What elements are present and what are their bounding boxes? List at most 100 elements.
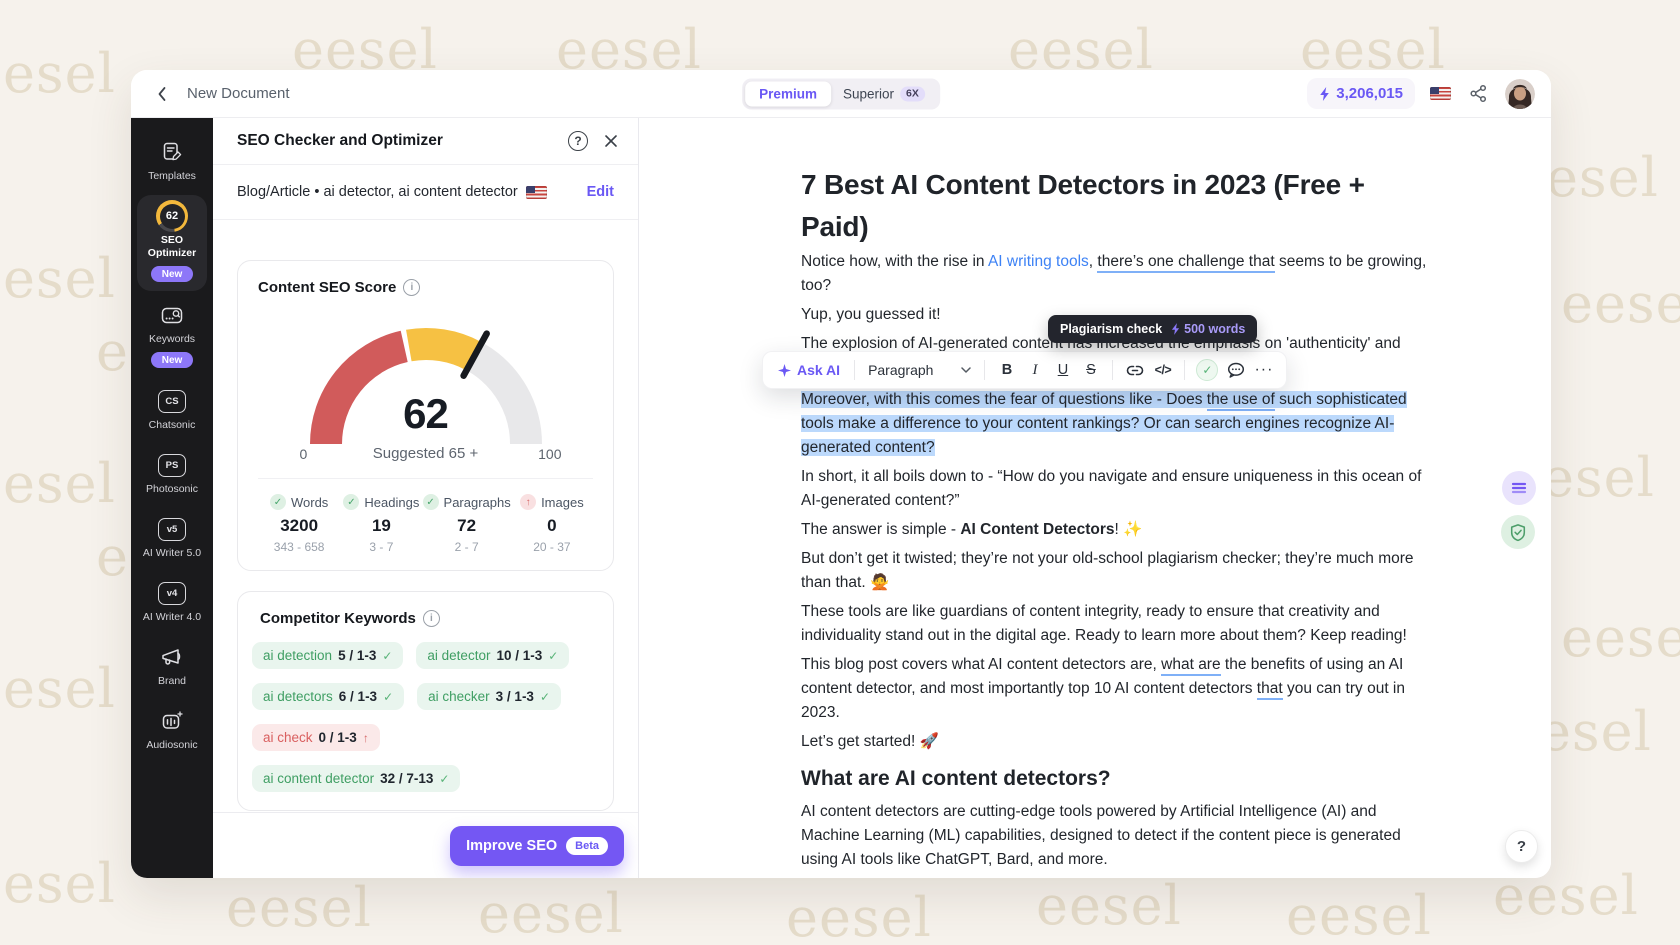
suggestion-underline[interactable]: the use of xyxy=(1207,391,1275,411)
code-button[interactable]: </> xyxy=(1150,358,1175,382)
sidebar-item-label: AI Writer 5.0 xyxy=(143,547,201,560)
plan-premium-tab[interactable]: Premium xyxy=(745,81,831,106)
keyword-chip[interactable]: ai check0 / 1-3↑ xyxy=(252,724,380,751)
chip-keyword: ai detection xyxy=(263,648,332,663)
keyword-chip[interactable]: ai detection5 / 1-3✓ xyxy=(252,642,403,669)
check-icon: ✓ xyxy=(383,690,393,704)
more-options-button[interactable]: ··· xyxy=(1251,358,1276,382)
sidebar-item-label: Audiosonic xyxy=(146,739,197,752)
sidebar-item-templates[interactable]: Templates xyxy=(137,131,207,192)
link-button[interactable] xyxy=(1122,358,1147,382)
underline-button[interactable]: U xyxy=(1050,358,1075,382)
close-panel-button[interactable] xyxy=(604,134,618,148)
main-area: Templates62SEO OptimizerNewKeywordsNewCS… xyxy=(131,118,1551,878)
model-plan-toggle: Premium Superior 6X xyxy=(742,78,940,109)
suggestion-underline[interactable]: that xyxy=(1257,680,1283,700)
content-check-quick-action[interactable] xyxy=(1501,515,1535,549)
selected-text[interactable]: Moreover, with this comes the fear of qu… xyxy=(801,391,1407,456)
doc-paragraph: AI content detectors are cutting-edge to… xyxy=(801,800,1429,872)
info-icon[interactable]: i xyxy=(403,279,420,296)
plan-superior-label: Superior xyxy=(843,86,894,101)
ai-writer-40-icon: v4 xyxy=(158,580,186,606)
share-button[interactable] xyxy=(1466,82,1490,106)
stat-value: 19 xyxy=(340,516,422,536)
templates-icon xyxy=(163,139,182,165)
suggestion-underline[interactable]: what are xyxy=(1161,656,1220,676)
watermark-text: eesel xyxy=(1036,874,1182,937)
improve-seo-button[interactable]: Improve SEO Beta xyxy=(450,826,624,866)
document-body[interactable]: 7 Best AI Content Detectors in 2023 (Fre… xyxy=(639,118,1429,878)
sidebar-item-brand[interactable]: Brand xyxy=(137,636,207,697)
text-run: This blog post covers what AI content de… xyxy=(801,656,1161,673)
comment-button[interactable] xyxy=(1223,358,1248,382)
doc-paragraph: But don’t get it twisted; they’re not yo… xyxy=(801,547,1429,595)
watermark-text: eesel xyxy=(1561,606,1680,669)
ask-ai-label: Ask AI xyxy=(797,362,840,378)
bold-button[interactable]: B xyxy=(994,358,1019,382)
sidebar-item-seo-optimizer[interactable]: 62SEO OptimizerNew xyxy=(137,195,207,291)
avatar[interactable] xyxy=(1505,79,1535,109)
stat-label: Images xyxy=(541,495,584,510)
credits-value: 3,206,015 xyxy=(1336,85,1403,102)
stat-label: Paragraphs xyxy=(444,495,511,510)
sidebar-item-audiosonic[interactable]: Audiosonic xyxy=(137,700,207,761)
plagiarism-word-cost: 500 words xyxy=(1184,322,1245,336)
check-icon: ✓ xyxy=(423,494,439,510)
keyword-chip[interactable]: ai checker3 / 1-3✓ xyxy=(417,683,561,710)
help-button[interactable]: ? xyxy=(1505,830,1538,863)
info-icon[interactable]: i xyxy=(423,610,440,627)
credits-counter[interactable]: 3,206,015 xyxy=(1307,78,1415,109)
photosonic-icon: PS xyxy=(158,452,186,478)
check-icon: ✓ xyxy=(343,494,359,510)
back-button[interactable] xyxy=(151,83,173,105)
plagiarism-check-label: Plagiarism check xyxy=(1060,322,1162,336)
editor-canvas[interactable]: 7 Best AI Content Detectors in 2023 (Fre… xyxy=(639,118,1551,878)
keyword-chip[interactable]: ai detector10 / 1-3✓ xyxy=(416,642,569,669)
document-title[interactable]: New Document xyxy=(187,85,290,102)
seo-score-value: 62 xyxy=(276,390,576,438)
new-badge: New xyxy=(151,352,194,368)
seo-score-gauge: 62 Suggested 65 + 0 100 xyxy=(276,306,576,464)
watermark-text: eesel xyxy=(1286,884,1432,945)
doc-paragraph: Notice how, with the rise in AI writing … xyxy=(801,250,1429,298)
strikethrough-button[interactable]: S xyxy=(1078,358,1103,382)
suggestion-underline[interactable]: there’s one challenge that xyxy=(1097,253,1274,273)
sidebar-item-photosonic[interactable]: PSPhotosonic xyxy=(137,444,207,505)
bold-text: AI Content Detectors xyxy=(960,521,1114,538)
ask-ai-button[interactable]: Ask AI xyxy=(773,362,845,378)
chip-count: 6 / 1-3 xyxy=(339,689,377,704)
summary-quick-action[interactable] xyxy=(1502,471,1536,505)
plagiarism-check-tooltip[interactable]: Plagiarism check 500 words xyxy=(1048,315,1257,343)
us-flag-icon[interactable] xyxy=(1430,87,1451,100)
sidebar-item-label: Chatsonic xyxy=(149,419,196,432)
seo-panel-content[interactable]: Content SEO Score i 62 Suggested 6 xyxy=(213,220,638,812)
sidebar-item-keywords[interactable]: KeywordsNew xyxy=(137,294,207,377)
audiosonic-icon xyxy=(162,708,183,734)
stat-value: 3200 xyxy=(258,516,340,536)
italic-button[interactable]: I xyxy=(1022,358,1047,382)
grammar-check-button[interactable]: ✓ xyxy=(1196,359,1218,381)
sidebar-item-ai-writer-40[interactable]: v4AI Writer 4.0 xyxy=(137,572,207,633)
link-icon xyxy=(1126,362,1144,379)
top-bar: New Document Premium Superior 6X 3,206,0… xyxy=(131,70,1551,118)
text-run: Let’s get started! 🚀 xyxy=(801,733,939,750)
help-icon[interactable]: ? xyxy=(568,131,588,151)
seo-panel-footer: Improve SEO Beta xyxy=(213,812,638,878)
watermark-text: eesel xyxy=(0,657,116,720)
doc-type-and-keywords: Blog/Article • ai detector, ai content d… xyxy=(237,184,518,200)
keyword-chip[interactable]: ai content detector32 / 7-13✓ xyxy=(252,765,460,792)
score-card-title: Content SEO Score xyxy=(258,279,396,296)
chip-count: 0 / 1-3 xyxy=(319,730,357,745)
doc-heading: 7 Best AI Content Detectors in 2023 (Fre… xyxy=(801,164,1429,248)
sidebar-item-ai-writer-50[interactable]: v5AI Writer 5.0 xyxy=(137,508,207,569)
summary-lines-icon xyxy=(1511,481,1527,495)
sidebar-item-chatsonic[interactable]: CSChatsonic xyxy=(137,380,207,441)
edit-keywords-button[interactable]: Edit xyxy=(587,184,614,200)
content-seo-score-card: Content SEO Score i 62 Suggested 6 xyxy=(237,260,614,571)
keyword-chip[interactable]: ai detectors6 / 1-3✓ xyxy=(252,683,404,710)
inline-link[interactable]: AI writing tools xyxy=(988,253,1089,270)
toolbar-divider xyxy=(854,360,855,380)
watermark-text: eesel xyxy=(0,852,116,915)
plan-superior-tab[interactable]: Superior 6X xyxy=(831,81,937,106)
paragraph-style-select[interactable]: Paragraph xyxy=(864,362,975,378)
